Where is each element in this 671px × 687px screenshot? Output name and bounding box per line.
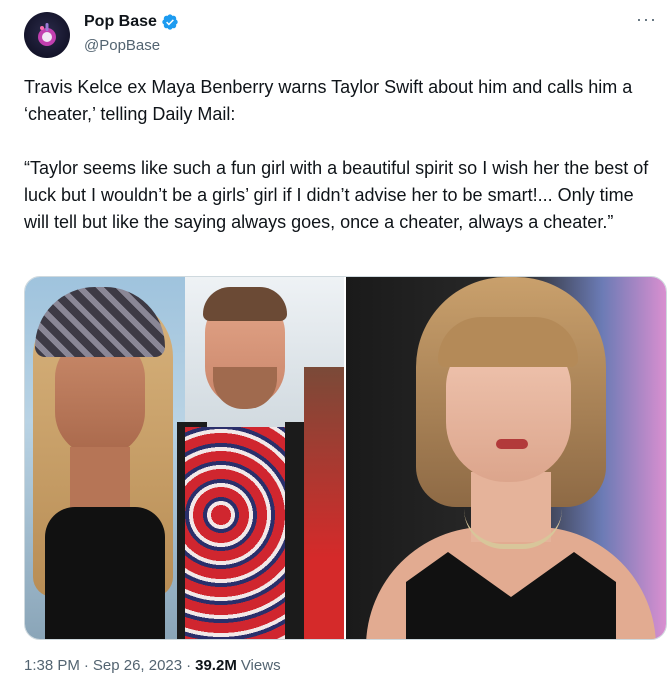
separator: ·: [83, 657, 89, 674]
tweet-footer: 1:38 PM · Sep 26, 2023 · 39.2M Views: [24, 657, 281, 674]
handle[interactable]: @PopBase: [84, 37, 160, 54]
photo-woman: [25, 277, 185, 639]
separator: ·: [186, 657, 192, 674]
photo-collage[interactable]: [25, 277, 344, 639]
verified-badge-icon: [162, 14, 178, 30]
timestamp-date[interactable]: Sep 26, 2023: [93, 657, 182, 674]
views-count: 39.2M: [195, 657, 237, 674]
more-options-icon[interactable]: ···: [636, 10, 657, 28]
timestamp-time[interactable]: 1:38 PM: [24, 657, 80, 674]
photo-singer[interactable]: [346, 277, 666, 639]
display-name[interactable]: Pop Base: [84, 13, 157, 31]
author-name-row: Pop Base: [84, 13, 179, 31]
avatar[interactable]: [24, 12, 70, 58]
pop-base-logo-icon: [38, 23, 56, 46]
views-label: Views: [240, 657, 281, 674]
photo-couple: [177, 277, 344, 639]
tweet-text: Travis Kelce ex Maya Benberry warns Tayl…: [24, 77, 649, 232]
tweet-media[interactable]: [24, 276, 667, 640]
